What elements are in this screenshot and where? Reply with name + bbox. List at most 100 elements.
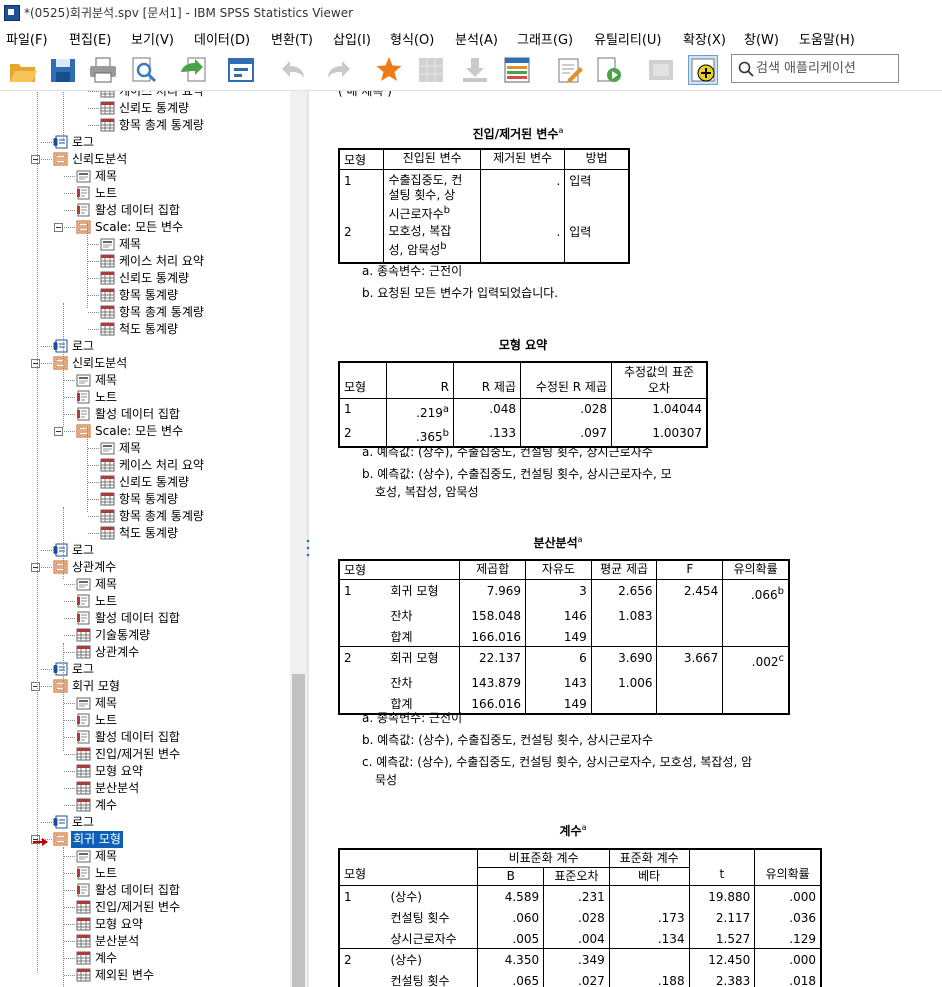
menu-window[interactable]: 창(W) bbox=[744, 29, 779, 48]
collapse-toggle-icon[interactable] bbox=[54, 223, 63, 232]
outline-scrollbar[interactable] bbox=[290, 91, 307, 987]
tree-connector bbox=[88, 482, 99, 483]
output-content-pane[interactable]: ( 배 제목 ) 진입/제거된 변수a 모형 진입된 변수 제거된 변수 방법 … bbox=[310, 91, 942, 987]
tree-connector bbox=[64, 635, 75, 636]
menu-utilities[interactable]: 유틸리티(U) bbox=[594, 29, 662, 48]
anova-note-c-cont: 묵성 bbox=[375, 773, 398, 787]
menu-analyze[interactable]: 분석(A) bbox=[455, 29, 498, 48]
menu-transform[interactable]: 변환(T) bbox=[271, 29, 313, 48]
tree-connector bbox=[88, 108, 99, 109]
collapse-toggle-icon[interactable] bbox=[31, 359, 40, 368]
anova-table: 모형 제곱합 자유도 평균 제곱 F 유의확률 1 회귀 모형 7.969 3 2.65… bbox=[338, 559, 791, 715]
tree-connector bbox=[88, 516, 99, 517]
tree-guide-line bbox=[63, 643, 64, 751]
coef-cell-var: (상수) bbox=[390, 890, 422, 904]
tree-connector bbox=[41, 822, 52, 823]
ms-row1-r-sup: a bbox=[442, 404, 449, 415]
table-node-icon bbox=[100, 475, 115, 489]
collapse-toggle-icon[interactable] bbox=[31, 563, 40, 572]
title-icon bbox=[76, 373, 91, 387]
print-icon[interactable] bbox=[88, 55, 118, 85]
anova-cell-f: 3.667 bbox=[656, 646, 723, 671]
coef-header-unstd: 비표준화 계수 bbox=[477, 848, 610, 868]
coef-cell-t: 12.450 bbox=[688, 948, 755, 969]
collapse-toggle-icon[interactable] bbox=[31, 155, 40, 164]
outline-node-label: 로그 bbox=[72, 662, 95, 676]
coef-cell-model bbox=[337, 969, 387, 987]
outline-node-label: 항목 총계 통계량 bbox=[119, 509, 204, 523]
goto-data-icon[interactable] bbox=[374, 55, 404, 85]
title-bar: *(0525)회귀분석.spv [문서1] - IBM SPSS Statist… bbox=[0, 0, 942, 24]
tree-connector bbox=[64, 210, 75, 211]
ms-row2-r-sup: b bbox=[442, 428, 449, 439]
menu-view[interactable]: 보기(V) bbox=[131, 29, 174, 48]
coef-cell-t: 19.880 bbox=[688, 885, 755, 906]
coef-cell-b: .065 bbox=[477, 969, 544, 987]
tree-connector bbox=[64, 788, 75, 789]
outline-node-label: 척도 통계량 bbox=[119, 526, 179, 540]
search-input[interactable] bbox=[756, 58, 894, 78]
ms-header-model: 모형 bbox=[338, 361, 387, 399]
menu-extensions[interactable]: 확장(X) bbox=[683, 29, 726, 48]
insert-new-icon[interactable] bbox=[688, 55, 718, 85]
show-all-icon[interactable] bbox=[594, 55, 624, 85]
redo-icon[interactable] bbox=[324, 55, 354, 85]
tree-connector bbox=[88, 312, 99, 313]
notes-icon bbox=[76, 594, 91, 608]
collapse-toggle-icon[interactable] bbox=[54, 427, 63, 436]
anova-cell-value: 1.006 bbox=[618, 676, 653, 690]
save-icon[interactable] bbox=[48, 55, 78, 85]
hide-icon[interactable] bbox=[646, 55, 676, 85]
tree-connector bbox=[64, 873, 75, 874]
coef-row: 2 (상수) 4.350.349 12.450.000 bbox=[337, 948, 823, 969]
tree-connector bbox=[64, 176, 75, 177]
menu-insert[interactable]: 삽입(I) bbox=[333, 29, 371, 48]
coef-cell-t: 2.117 bbox=[688, 906, 755, 927]
goto-case-icon[interactable] bbox=[416, 55, 446, 85]
coef-cell-model: 2 bbox=[337, 948, 387, 969]
outline-scrollbar-thumb[interactable] bbox=[292, 674, 305, 987]
menu-edit[interactable]: 편집(E) bbox=[69, 29, 111, 48]
anova-row: 합계 166.016 149 bbox=[338, 625, 791, 647]
menu-format[interactable]: 형식(O) bbox=[390, 29, 434, 48]
print-preview-icon[interactable] bbox=[128, 55, 158, 85]
menu-graphs[interactable]: 그래프(G) bbox=[517, 29, 573, 48]
menu-data[interactable]: 데이터(D) bbox=[194, 29, 250, 48]
outline-pane[interactable]: 케이스 처리 요약 신뢰도 통계량 항목 총계 통계량 로그 신뢰도분석 제목 노트 활성 데… bbox=[0, 91, 307, 987]
tree-connector bbox=[88, 329, 99, 330]
entered-removed-table: 모형 진입된 변수 제거된 변수 방법 1 수출집중도, 컨 설팅 횟수, 상 시근… bbox=[338, 148, 631, 264]
entered-note-b: b. 요청된 모든 변수가 입력되었습니다. bbox=[362, 286, 559, 300]
entered-note-a: a. 종속변수: 근전이 bbox=[362, 264, 463, 278]
notes-icon bbox=[76, 883, 91, 897]
export-icon[interactable] bbox=[178, 55, 208, 85]
menu-file[interactable]: 파일(F) bbox=[6, 29, 48, 48]
recall-dialog-icon[interactable] bbox=[226, 55, 256, 85]
outline-node-label: 노트 bbox=[95, 594, 118, 608]
goto-variable-icon[interactable] bbox=[460, 55, 490, 85]
entered-row2-sup: b bbox=[440, 241, 447, 252]
ms-header-se: 추정값의 표준 오차 bbox=[611, 361, 708, 399]
collapse-toggle-icon[interactable] bbox=[31, 682, 40, 691]
tree-connector bbox=[64, 652, 75, 653]
table-node-icon bbox=[100, 526, 115, 540]
tree-connector bbox=[64, 890, 75, 891]
variables-icon[interactable] bbox=[502, 55, 532, 85]
coef-cell-sig: .000 bbox=[754, 948, 823, 969]
folder-icon bbox=[76, 220, 91, 234]
open-icon[interactable] bbox=[8, 55, 38, 85]
col-header-method: 방법 bbox=[564, 148, 631, 170]
tree-guide-line bbox=[87, 428, 88, 512]
title-icon bbox=[76, 696, 91, 710]
undo-icon[interactable] bbox=[278, 55, 308, 85]
tree-connector bbox=[64, 601, 75, 602]
menu-help[interactable]: 도움말(H) bbox=[799, 29, 855, 48]
coef-cell-var: 컨설팅 횟수 bbox=[390, 974, 450, 987]
coef-row: 상시근로자수 .005.004.134 1.527.129 bbox=[337, 927, 823, 949]
coef-cell-t: 1.527 bbox=[688, 927, 755, 949]
search-box[interactable] bbox=[731, 54, 899, 83]
table-node-icon bbox=[100, 492, 115, 506]
anova-cell-model bbox=[338, 604, 387, 625]
outline-node-label: 분산분석 bbox=[95, 934, 140, 948]
designate-window-icon[interactable] bbox=[554, 55, 584, 85]
anova-cell-f: 2.454 bbox=[656, 579, 723, 604]
